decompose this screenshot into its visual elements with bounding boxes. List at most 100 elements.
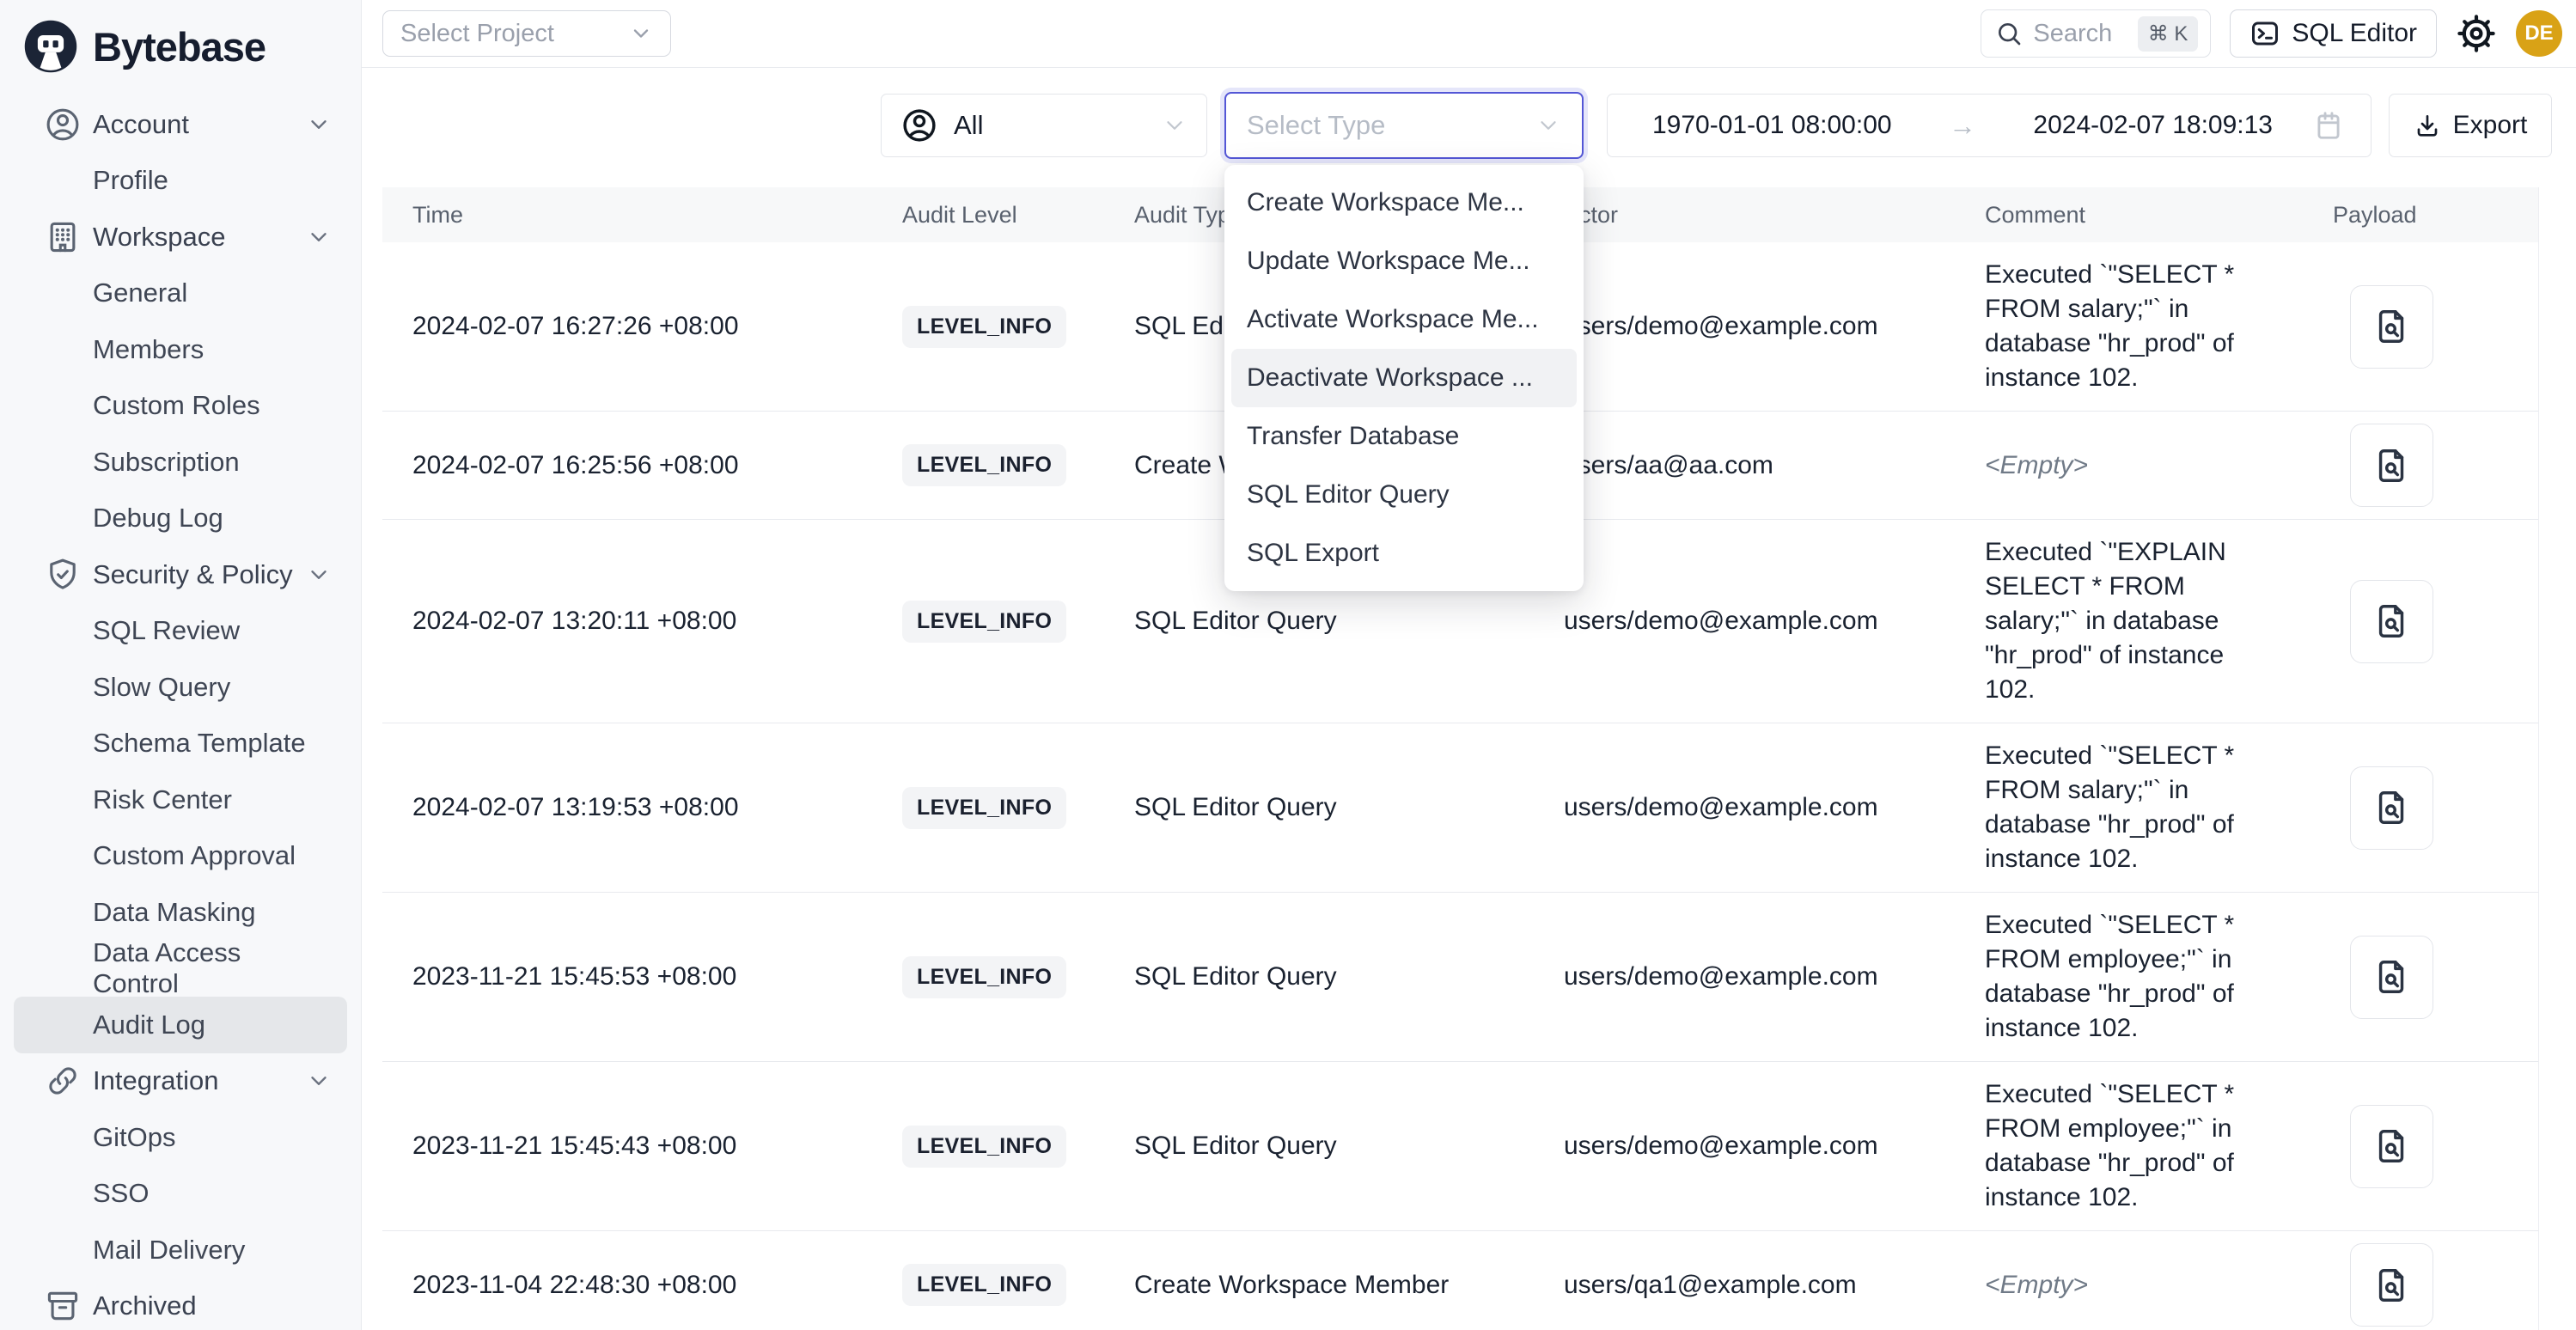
payload-view-button[interactable] — [2350, 285, 2433, 369]
type-option-update-workspace-me[interactable]: Update Workspace Me... — [1231, 232, 1577, 290]
sidebar-nav: Account ProfileWorkspaceGeneralMembers Cus… — [0, 93, 361, 1330]
archive-icon — [44, 1287, 82, 1325]
type-option-sql-export[interactable]: SQL Export — [1231, 524, 1577, 583]
topbar-right: Search ⌘ K SQL Editor DE — [1981, 9, 2562, 58]
sidebar-group-security-policy[interactable]: Security & Policy — [14, 546, 347, 603]
cell-payload — [2320, 754, 2538, 862]
sidebar-item-profile[interactable]: Profile — [14, 153, 347, 210]
sidebar-item-risk-center[interactable]: Risk Center — [14, 772, 347, 828]
type-option-sql-editor-query[interactable]: SQL Editor Query — [1231, 466, 1577, 524]
cell-payload — [2320, 1093, 2538, 1200]
sidebar-item-label: Risk Center — [93, 784, 232, 815]
cell-audit-level: LEVEL_INFO — [902, 1264, 1134, 1306]
user-circle-icon — [44, 106, 82, 143]
sidebar: Bytebase AccountProfileWorkspaceGeneralM… — [0, 0, 362, 1330]
payload-view-button[interactable] — [2350, 1243, 2433, 1327]
export-button[interactable]: Export — [2389, 94, 2552, 157]
actor-filter-select[interactable]: All — [881, 94, 1207, 157]
sidebar-item-label: Data Masking — [93, 897, 256, 928]
calendar-icon — [2312, 109, 2345, 142]
audit-level-badge: LEVEL_INFO — [902, 1126, 1066, 1168]
type-filter-select[interactable]: Select Type — [1224, 92, 1584, 159]
sidebar-item-schema-template[interactable]: Schema Template — [14, 716, 347, 772]
sql-editor-button[interactable]: SQL Editor — [2230, 9, 2437, 58]
cell-actor: users/demo@example.com — [1564, 962, 1985, 991]
payload-view-button[interactable] — [2350, 1105, 2433, 1188]
avatar[interactable]: DE — [2516, 10, 2562, 57]
date-range-picker[interactable]: 1970-01-01 08:00:00 → 2024-02-07 18:09:1… — [1607, 94, 2372, 157]
audit-level-badge: LEVEL_INFO — [902, 601, 1066, 643]
type-option-transfer-database[interactable]: Transfer Database — [1231, 407, 1577, 466]
sidebar-item-custom-roles[interactable]: Custom Roles — [14, 378, 347, 435]
date-to: 2024-02-07 18:09:13 — [2033, 111, 2273, 140]
sidebar-item-members[interactable]: Members — [14, 321, 347, 378]
sidebar-group-archived[interactable]: Archived — [14, 1278, 347, 1330]
link-icon — [44, 1062, 82, 1100]
sidebar-item-data-masking[interactable]: Data Masking — [14, 884, 347, 941]
cell-audit-level: LEVEL_INFO — [902, 306, 1134, 348]
payload-view-button[interactable] — [2350, 936, 2433, 1019]
type-option-create-workspace-me[interactable]: Create Workspace Me... — [1231, 174, 1577, 232]
file-search-icon — [2372, 601, 2412, 641]
empty-comment-placeholder: <Empty> — [1985, 451, 2088, 479]
sidebar-item-custom-approval[interactable]: Custom Approval — [14, 828, 347, 885]
file-search-icon — [2372, 446, 2412, 485]
cell-audit-level: LEVEL_INFO — [902, 787, 1134, 829]
sidebar-item-label: Schema Template — [93, 728, 306, 759]
search-input[interactable]: Search ⌘ K — [1981, 9, 2211, 58]
cell-audit-type: SQL Editor Query — [1134, 1132, 1564, 1161]
cell-audit-type: SQL Editor Query — [1134, 607, 1564, 636]
type-filter-placeholder: Select Type — [1247, 110, 1385, 141]
gear-icon[interactable] — [2456, 13, 2497, 54]
column-header-audit-level: Audit Level — [902, 202, 1134, 229]
audit-level-badge: LEVEL_INFO — [902, 956, 1066, 998]
payload-view-button[interactable] — [2350, 424, 2433, 507]
table-row: 2023-11-04 22:48:30 +08:00LEVEL_INFOCrea… — [382, 1231, 2538, 1330]
project-select[interactable]: Select Project — [382, 10, 671, 57]
export-label: Export — [2453, 111, 2528, 140]
table-row: 2024-02-07 13:19:53 +08:00LEVEL_INFOSQL … — [382, 723, 2538, 893]
sidebar-item-sso[interactable]: SSO — [14, 1166, 347, 1223]
file-search-icon — [2372, 1126, 2412, 1166]
sidebar-item-data-access-control[interactable]: Data Access Control — [14, 941, 347, 998]
payload-view-button[interactable] — [2350, 580, 2433, 663]
sidebar-item-general[interactable]: General — [14, 265, 347, 322]
sidebar-item-audit-log[interactable]: Audit Log — [14, 997, 347, 1053]
type-option-activate-workspace-me[interactable]: Activate Workspace Me... — [1231, 290, 1577, 349]
bytebase-logo-icon — [22, 18, 79, 75]
brand-name: Bytebase — [93, 23, 266, 70]
sidebar-item-label: GitOps — [93, 1122, 175, 1153]
audit-level-badge: LEVEL_INFO — [902, 787, 1066, 829]
column-header-time: Time — [382, 202, 902, 229]
type-option-deactivate-workspace[interactable]: Deactivate Workspace ... — [1231, 349, 1577, 407]
search-shortcut-badge: ⌘ K — [2138, 16, 2199, 52]
date-from: 1970-01-01 08:00:00 — [1652, 111, 1892, 140]
sidebar-item-sql-review[interactable]: SQL Review — [14, 603, 347, 660]
cell-time: 2023-11-04 22:48:30 +08:00 — [382, 1271, 902, 1300]
cell-comment: Executed `"SELECT * FROM salary;"` in da… — [1985, 723, 2273, 892]
cell-audit-level: LEVEL_INFO — [902, 1126, 1134, 1168]
empty-comment-placeholder: <Empty> — [1985, 1271, 2088, 1299]
cell-comment: Executed `"EXPLAIN SELECT * FROM salary;… — [1985, 520, 2273, 723]
chevron-down-icon — [306, 224, 332, 250]
sidebar-group-integration[interactable]: Integration — [14, 1053, 347, 1110]
cell-actor: users/aa@aa.com — [1564, 451, 1985, 480]
sidebar-item-gitops[interactable]: GitOps — [14, 1109, 347, 1166]
sidebar-group-account[interactable]: Account — [14, 96, 347, 153]
sidebar-group-workspace[interactable]: Workspace — [14, 209, 347, 265]
chevron-down-icon — [1535, 113, 1561, 138]
actor-filter-value: All — [954, 110, 983, 141]
sidebar-item-slow-query[interactable]: Slow Query — [14, 659, 347, 716]
chevron-down-icon — [1162, 113, 1187, 138]
bytebase-logo[interactable]: Bytebase — [0, 0, 361, 93]
sidebar-item-label: Custom Roles — [93, 390, 260, 421]
sidebar-group-label: Account — [93, 109, 189, 140]
sidebar-item-subscription[interactable]: Subscription — [14, 434, 347, 491]
cell-time: 2024-02-07 16:27:26 +08:00 — [382, 312, 902, 341]
sidebar-item-label: Data Access Control — [93, 937, 332, 999]
payload-view-button[interactable] — [2350, 766, 2433, 850]
sidebar-item-debug-log[interactable]: Debug Log — [14, 491, 347, 547]
sidebar-item-mail-delivery[interactable]: Mail Delivery — [14, 1222, 347, 1278]
audit-level-badge: LEVEL_INFO — [902, 306, 1066, 348]
cell-actor: users/demo@example.com — [1564, 1132, 1985, 1161]
